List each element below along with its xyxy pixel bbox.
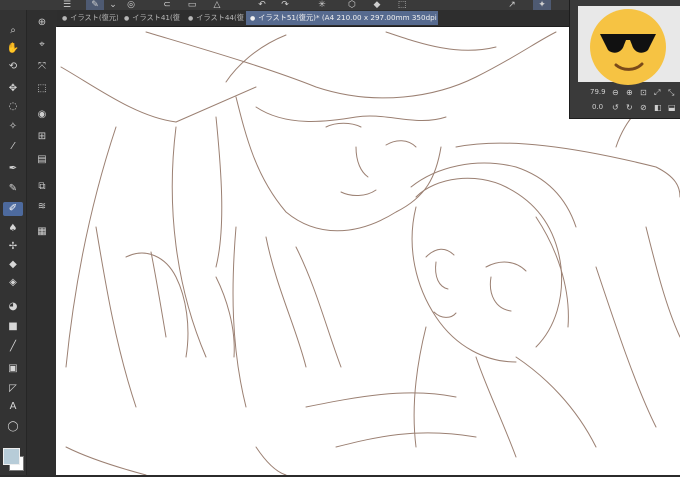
rotate-left-icon[interactable]: ↺ [612,103,619,112]
redo-icon[interactable]: ↷ [278,0,292,10]
undo-icon[interactable]: ↶ [255,0,269,10]
color-swatch[interactable] [2,447,24,477]
rotation-value: 0.0 [592,103,604,111]
settings-icon[interactable]: ✦ [533,0,551,10]
transform-icon[interactable]: ⬡ [345,0,359,10]
rotate-right-icon[interactable]: ↻ [626,103,633,112]
text-icon[interactable]: A [3,400,23,414]
add-point-icon[interactable]: ⤧ [33,60,51,74]
pen-tool-icon[interactable]: ✒ [3,162,23,176]
blend-icon[interactable]: ◈ [3,276,23,290]
tab-illust-restored[interactable]: ● イラスト(復元)* [58,11,118,25]
balloon-icon[interactable]: ◯ [3,420,23,434]
eraser-icon[interactable]: ◆ [3,258,23,272]
rotation-row: 0.0 ↺ ↻ ⊘ ◧ ⬓ [570,101,680,115]
layers-icon[interactable]: ⧉ [33,180,51,194]
tab-dot-icon: ● [62,15,68,22]
airbrush-icon[interactable]: ♠ [3,222,23,236]
chevron-icon[interactable]: ⌄ [106,0,120,10]
fill-icon[interactable]: ◕ [3,300,23,314]
pen-icon[interactable]: ✎ [86,0,104,10]
actual-size-icon[interactable]: ⤢ [654,88,660,98]
stack-icon[interactable]: ≋ [33,200,51,214]
tab-illust-44[interactable]: ● イラスト44(復 [184,11,246,25]
layer-property-icon[interactable]: ⊕ [33,16,51,30]
zoom-row: 79.9 ⊖ ⊕ ⊡ ⤢ ⤡ [570,86,680,100]
fill-layer-icon[interactable]: ◉ [33,108,51,122]
rotate-icon[interactable]: ↗ [505,0,519,10]
menu-icon[interactable]: ☰ [60,0,74,10]
ruler-icon[interactable]: ◸ [3,382,23,396]
lasso-icon[interactable]: ⊂ [160,0,174,10]
flip-horizontal-icon[interactable]: ◧ [654,103,662,112]
frame-layer-icon[interactable]: ▦ [33,225,51,239]
tab-dot-icon: ● [188,15,194,22]
navigator-preview[interactable] [578,6,680,85]
tab-illust-51[interactable]: ● イラスト51(復元)* (A4 210.00 x 297.00mm 350dp… [246,11,438,25]
hand-icon[interactable]: ✋ [3,42,23,56]
tool-palette: ⌕ ✋ ⟲ ✥ ◌ ✧ ⁄ ✒ ✎ ✐ ♠ ✢ ◆ ◈ ◕ ■ ╱ ▣ ◸ A … [0,10,26,475]
fit-icon[interactable]: ⊡ [640,88,647,97]
fullscreen-icon[interactable]: ⤡ [668,88,674,98]
magic-wand-icon[interactable]: ✧ [3,120,23,134]
zoom-value: 79.9 [590,88,606,96]
main-color-swatch[interactable] [3,448,20,465]
lasso-select-icon[interactable]: ◌ [3,100,23,114]
brush-tool-icon[interactable]: ✐ [3,202,23,216]
tab-dot-icon: ● [250,15,256,22]
layer-move-icon[interactable]: ⊞ [33,130,51,144]
select-icon[interactable]: ◆ [370,0,384,10]
loading-icon[interactable]: ✳ [315,0,329,10]
gradient-icon[interactable]: ■ [3,320,23,334]
flip-icon[interactable]: ⬚ [395,0,409,10]
history-icon[interactable]: ▤ [33,153,51,167]
rotate-view-icon[interactable]: ⟲ [3,60,23,74]
move-icon[interactable]: ✥ [3,82,23,96]
sunglasses-emoji-icon [590,9,666,85]
zoom-icon[interactable]: ⌕ [3,24,23,38]
sub-palette: ⊕ ⌖ ⤧ ⬚ ◉ ⊞ ▤ ⧉ ≋ ▦ [26,10,57,475]
figure-icon[interactable]: ╱ [3,340,23,354]
layer-icon[interactable]: ◎ [124,0,138,10]
decoration-icon[interactable]: ✢ [3,240,23,254]
frame-icon[interactable]: ▣ [3,362,23,376]
tab-dot-icon: ● [124,15,130,22]
tab-illust-41[interactable]: ● イラスト41(復 [120,11,182,25]
reset-rotation-icon[interactable]: ⊘ [640,103,647,112]
selection-icon[interactable]: ⬚ [33,82,51,96]
crop-icon[interactable]: ▭ [185,0,199,10]
triangle-icon[interactable]: △ [210,0,224,10]
zoom-in-icon[interactable]: ⊕ [626,88,633,97]
eyedropper-icon[interactable]: ⁄ [3,140,23,154]
navigator-panel: 79.9 ⊖ ⊕ ⊡ ⤢ ⤡ 0.0 ↺ ↻ ⊘ ◧ ⬓ [569,0,680,119]
zoom-out-icon[interactable]: ⊖ [612,88,619,97]
pencil-tool-icon[interactable]: ✎ [3,182,23,196]
select-layer-icon[interactable]: ⌖ [33,38,51,52]
flip-vertical-icon[interactable]: ⬓ [668,103,676,112]
